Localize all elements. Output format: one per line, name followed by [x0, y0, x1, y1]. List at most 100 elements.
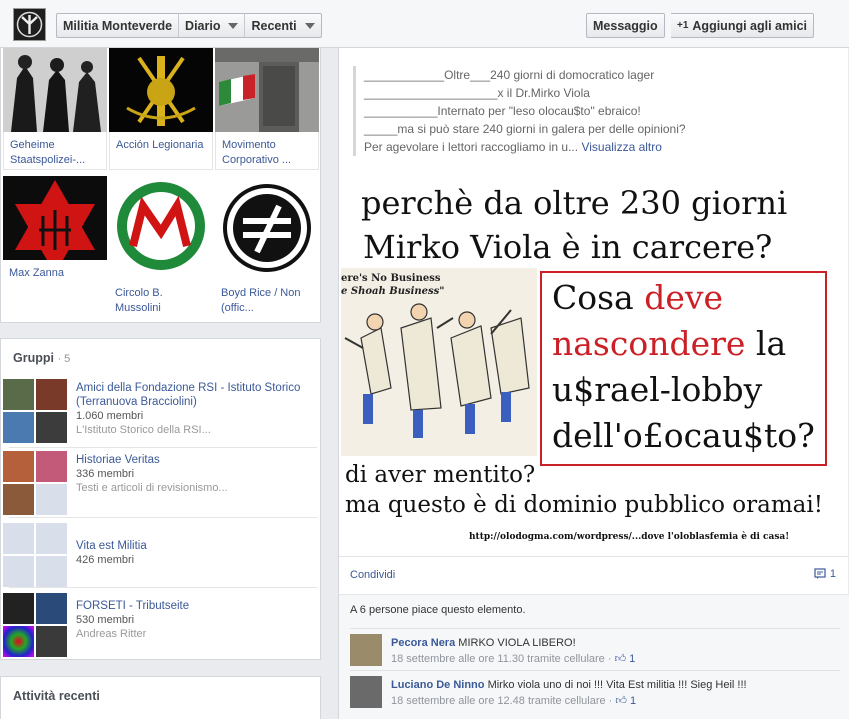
comment: Pecora Nera MIRKO VIOLA LIBERO! 18 sette…: [350, 628, 840, 666]
poster-box-text: la: [745, 324, 787, 363]
group-description: Andreas Ritter: [76, 628, 147, 640]
photo-caption[interactable]: Max Zanna: [3, 260, 107, 298]
groups-heading[interactable]: Gruppi · 5: [1, 339, 320, 377]
profile-picture[interactable]: [13, 8, 46, 41]
groups-title: Gruppi: [13, 351, 54, 365]
photo-tile[interactable]: Circolo B. Mussolini: [109, 176, 213, 318]
group-name-link[interactable]: Historiae Veritas: [76, 453, 311, 467]
post-image[interactable]: perchè da oltre 230 giorni Mirko Viola è…: [341, 178, 831, 552]
comment-author[interactable]: Pecora Nera: [391, 637, 455, 649]
poster-box-text: nascondere: [552, 324, 746, 363]
default-avatar-icon: [3, 523, 34, 554]
message-button[interactable]: Messaggio: [586, 13, 665, 38]
photo-thumbnail: [215, 48, 319, 132]
group-thumbnails: [3, 593, 67, 657]
group-name-link[interactable]: FORSETI - Tributseite: [76, 599, 311, 613]
photo-thumbnail: [109, 48, 213, 132]
member-avatar: [3, 593, 34, 624]
page-name-button[interactable]: Militia Monteverde: [57, 14, 180, 37]
photo-caption[interactable]: Circolo B. Mussolini: [109, 280, 213, 318]
group-item[interactable]: Amici della Fondazione RSI - Istituto St…: [1, 377, 322, 447]
page-nav: Militia Monteverde Diario Recenti: [56, 13, 322, 38]
photo-thumbnail: [3, 176, 107, 260]
avatar[interactable]: [350, 676, 382, 708]
group-thumbnails: [3, 523, 67, 587]
member-avatar: [3, 451, 34, 482]
share-link[interactable]: Condividi: [350, 569, 395, 581]
comment-author[interactable]: Luciano De Ninno: [391, 679, 485, 691]
chevron-down-icon: [304, 22, 315, 29]
group-item[interactable]: Vita est Militia 426 membri: [1, 521, 322, 591]
member-avatar: [36, 626, 67, 657]
comment-text: MIRKO VIOLA LIBERO!: [458, 637, 576, 649]
poster-box-text: dell'o£ocau$to?: [552, 416, 815, 455]
photo-thumbnail: [215, 176, 319, 280]
group-name-link[interactable]: Vita est Militia: [76, 539, 311, 553]
cartoon-illustration: ere's No Business e Shoah Business": [341, 268, 537, 456]
thumbs-up-icon[interactable]: 👍︎: [615, 695, 627, 707]
recent-activity-heading[interactable]: Attività recenti: [1, 677, 320, 715]
photo-tile[interactable]: Max Zanna: [3, 176, 107, 298]
groups-box: Gruppi · 5 Amici della Fondazione RSI - …: [0, 338, 321, 660]
photo-thumbnail: [109, 176, 213, 280]
likes-summary[interactable]: A 6 persone piace questo elemento.: [350, 604, 526, 616]
tab-recenti[interactable]: Recenti: [245, 14, 320, 37]
group-members: 426 membri: [76, 554, 135, 566]
comment-like-count[interactable]: 1: [629, 653, 635, 665]
default-avatar-icon: [36, 556, 67, 587]
photo-caption[interactable]: Boyd Rice / Non (offic...: [215, 280, 319, 318]
rune-logo-icon: [14, 9, 45, 40]
poster-line: di aver mentito?: [345, 462, 536, 488]
photo-tile[interactable]: Acción Legionaria: [109, 48, 213, 170]
member-avatar: [3, 412, 34, 443]
tab-diario-label: Diario: [185, 18, 221, 33]
comment-text: Mirko viola uno di noi !!! Vita Est mili…: [487, 679, 747, 691]
photo-grid: Geheime Staatspolizei-... Acción Legiona…: [0, 48, 321, 323]
group-description: Testi e articoli di revisionismo...: [76, 482, 228, 494]
group-name-link[interactable]: Amici della Fondazione RSI - Istituto St…: [76, 381, 311, 409]
photo-tile[interactable]: Geheime Staatspolizei-...: [3, 48, 107, 170]
post-line: Per agevolare i lettori raccogliamo in u…: [364, 140, 579, 154]
comment-time[interactable]: 18 settembre alle ore 11.30 tramite cell…: [391, 653, 605, 665]
add-friend-icon: +1: [677, 20, 689, 31]
poster-line: perchè da oltre 230 giorni: [361, 184, 788, 222]
avatar[interactable]: [350, 634, 382, 666]
poster-box-text: u$rael-lobby: [552, 370, 763, 409]
group-members: 1.060 membri: [76, 410, 144, 422]
member-avatar: [36, 451, 67, 482]
default-avatar-icon: [36, 523, 67, 554]
add-friend-button[interactable]: +1 Aggiungi agli amici: [671, 13, 814, 38]
member-avatar: [36, 379, 67, 410]
see-more-link[interactable]: Visualizza altro: [581, 140, 661, 154]
cartoon-caption: e Shoah Business": [341, 286, 445, 297]
comment-like-count[interactable]: 1: [630, 695, 636, 707]
photo-caption[interactable]: Geheime Staatspolizei-...: [3, 132, 107, 170]
poster-url: http://olodogma.com/wordpress/...dove l'…: [469, 532, 790, 542]
groups-count: · 5: [57, 353, 71, 365]
photo-tile[interactable]: Boyd Rice / Non (offic...: [215, 176, 319, 318]
group-thumbnails: [3, 379, 67, 443]
tab-diario[interactable]: Diario: [179, 14, 246, 37]
photo-caption[interactable]: Acción Legionaria: [109, 132, 213, 170]
divider: [9, 447, 317, 448]
group-item[interactable]: Historiae Veritas 336 membri Testi e art…: [1, 449, 322, 519]
divider: [9, 587, 317, 588]
group-item[interactable]: FORSETI - Tributseite 530 membri Andreas…: [1, 591, 322, 661]
thumbs-up-icon[interactable]: 👍︎: [615, 653, 627, 665]
tab-recenti-label: Recenti: [251, 18, 297, 33]
member-avatar: [36, 412, 67, 443]
comment-time[interactable]: 18 settembre alle ore 12.48 tramite cell…: [391, 695, 606, 707]
message-label: Messaggio: [593, 18, 658, 33]
post-column: ____________Oltre___240 giorni di domocr…: [338, 48, 849, 719]
poster-box-text: deve: [644, 278, 724, 317]
post-line: ____________________x il Dr.Mirko Viola: [364, 86, 590, 100]
photo-caption[interactable]: Movimento Corporativo ...: [215, 132, 319, 170]
top-bar: Militia Monteverde Diario Recenti Messag…: [0, 0, 849, 48]
poster-line: ma questo è di dominio pubblico oramai!: [345, 492, 823, 518]
comment-count-value: 1: [829, 568, 836, 580]
group-members: 530 membri: [76, 614, 135, 626]
group-thumbnails: [3, 451, 67, 515]
comment-count[interactable]: 1: [814, 568, 836, 580]
group-description: L'Istituto Storico della RSI...: [76, 424, 211, 436]
photo-tile[interactable]: Movimento Corporativo ...: [215, 48, 319, 170]
